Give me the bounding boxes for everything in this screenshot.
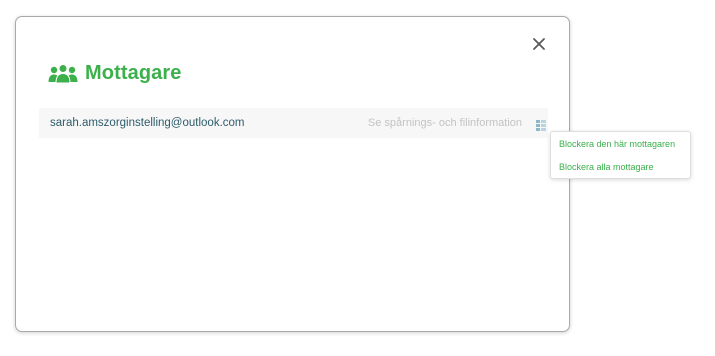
block-this-recipient-item[interactable]: Blockera den här mottagaren: [559, 139, 675, 149]
block-all-recipients-item[interactable]: Blockera alla mottagare: [559, 162, 654, 172]
recipient-row: sarah.amszorginstelling@outlook.com Se s…: [39, 108, 548, 138]
close-icon[interactable]: [530, 35, 548, 53]
tracking-info-link[interactable]: Se spårnings- och filinformation: [368, 117, 522, 129]
recipient-options-menu: Blockera den här mottagaren Blockera all…: [550, 131, 691, 179]
recipients-dialog: Mottagare sarah.amszorginstelling@outloo…: [15, 16, 570, 332]
dialog-header: Mottagare: [48, 57, 181, 89]
menu-icon[interactable]: [536, 118, 546, 131]
recipient-email: sarah.amszorginstelling@outlook.com: [50, 117, 245, 129]
people-icon: [48, 63, 78, 84]
dialog-title: Mottagare: [85, 61, 182, 84]
